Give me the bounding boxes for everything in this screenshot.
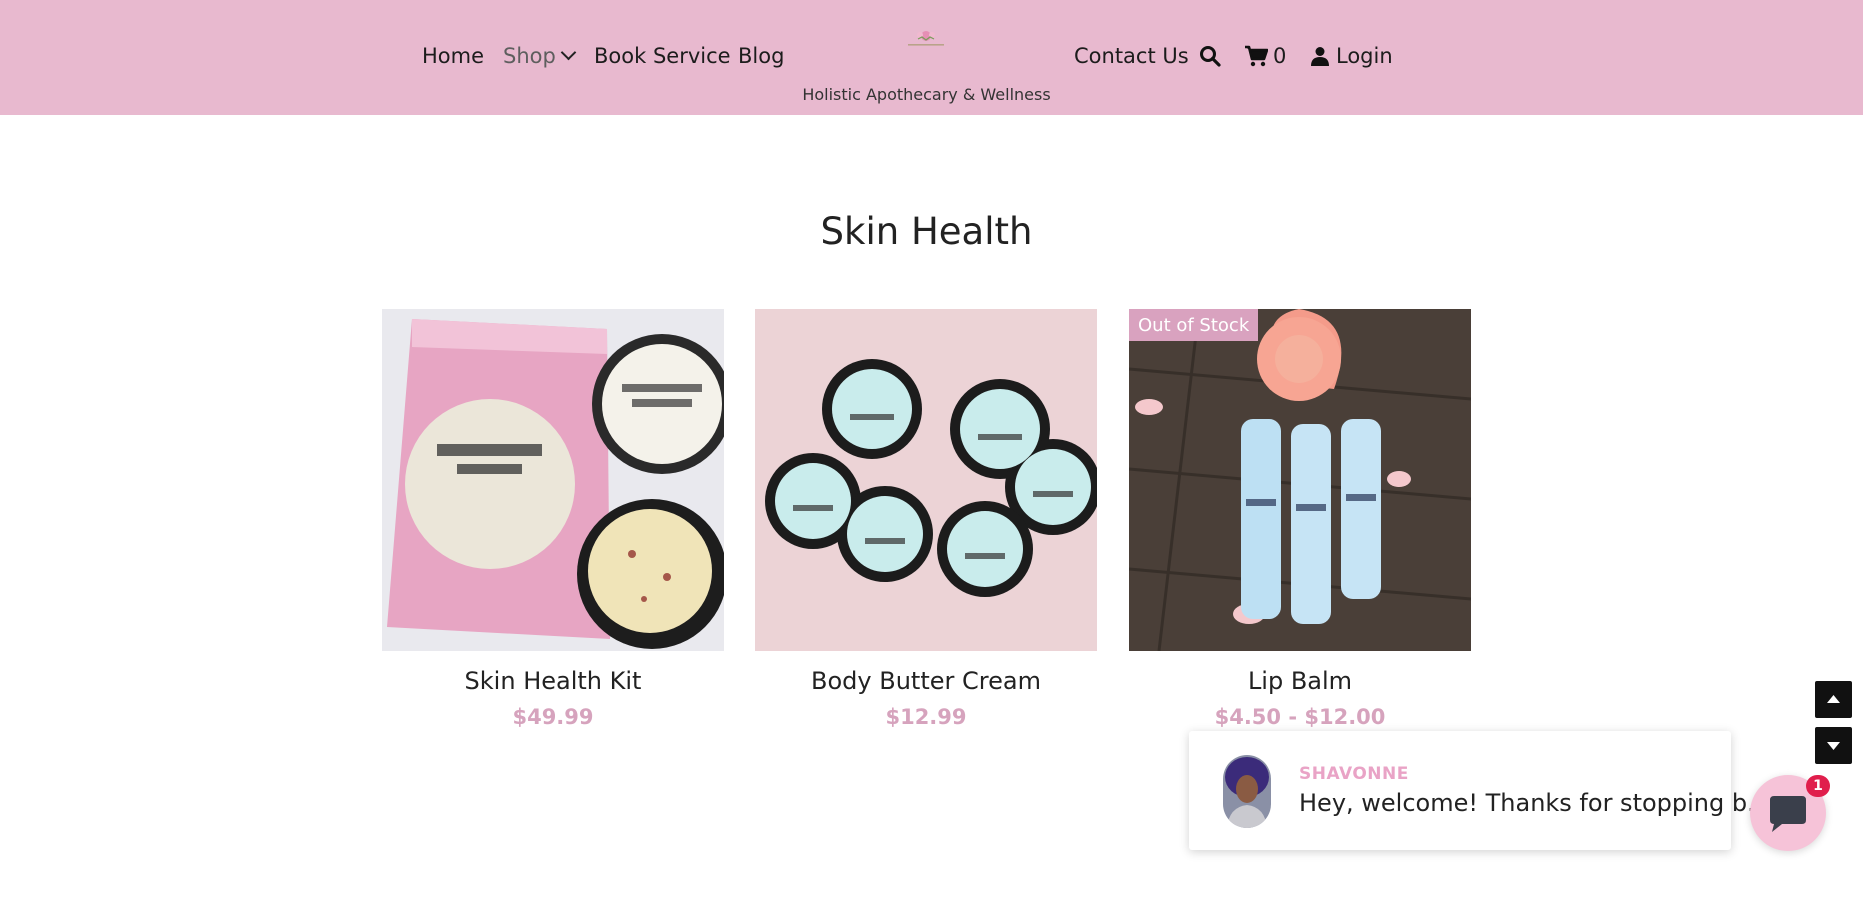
product-image-lip-balm[interactable]: Out of Stock <box>1129 309 1471 651</box>
nav-book-service[interactable]: Book Service <box>594 44 731 68</box>
nav-shop[interactable]: Shop <box>503 44 577 68</box>
search-icon[interactable] <box>1199 45 1221 67</box>
scroll-up-button[interactable] <box>1815 681 1852 718</box>
site-header: Home Shop Book Service Blog Contact Us 0… <box>0 0 1863 115</box>
chat-unread-badge: 1 <box>1806 775 1830 797</box>
arrow-down-icon <box>1827 742 1840 750</box>
product-image-body-butter-cream[interactable] <box>755 309 1097 651</box>
site-tagline: Holistic Apothecary & Wellness <box>802 85 1051 104</box>
chat-message: Hey, welcome! Thanks for stopping b... <box>1299 789 1770 817</box>
user-icon[interactable] <box>1310 46 1330 66</box>
chat-welcome-popup[interactable]: SHAVONNE Hey, welcome! Thanks for stoppi… <box>1189 731 1770 850</box>
nav-contact[interactable]: Contact Us <box>1074 44 1189 68</box>
avatar <box>1223 755 1271 828</box>
product-card[interactable]: Out of Stock Lip Balm $4.50 - $12.00 <box>1129 309 1471 729</box>
chevron-down-icon <box>560 44 577 61</box>
nav-blog[interactable]: Blog <box>738 44 784 68</box>
cart-count[interactable]: 0 <box>1273 44 1286 68</box>
product-price: $12.99 <box>885 705 967 729</box>
product-price: $4.50 - $12.00 <box>1214 705 1386 729</box>
scroll-down-button[interactable] <box>1815 727 1852 764</box>
chat-agent-name: SHAVONNE <box>1299 764 1409 784</box>
product-name[interactable]: Skin Health Kit <box>382 667 724 695</box>
product-card[interactable]: Body Butter Cream $12.99 <box>755 309 1097 729</box>
product-name[interactable]: Lip Balm <box>1129 667 1471 695</box>
nav-shop-label: Shop <box>503 44 556 68</box>
product-card[interactable]: Skin Health Kit $49.99 <box>382 309 724 729</box>
product-name[interactable]: Body Butter Cream <box>755 667 1097 695</box>
cart-icon[interactable] <box>1244 45 1268 67</box>
page-title: Skin Health <box>820 210 1033 253</box>
arrow-up-icon <box>1827 695 1840 703</box>
nav-home[interactable]: Home <box>422 44 484 68</box>
out-of-stock-badge: Out of Stock <box>1129 309 1259 341</box>
product-price: $49.99 <box>512 705 594 729</box>
nav-login[interactable]: Login <box>1336 44 1393 68</box>
product-image-skin-health-kit[interactable] <box>382 309 724 651</box>
site-logo[interactable] <box>896 26 956 50</box>
